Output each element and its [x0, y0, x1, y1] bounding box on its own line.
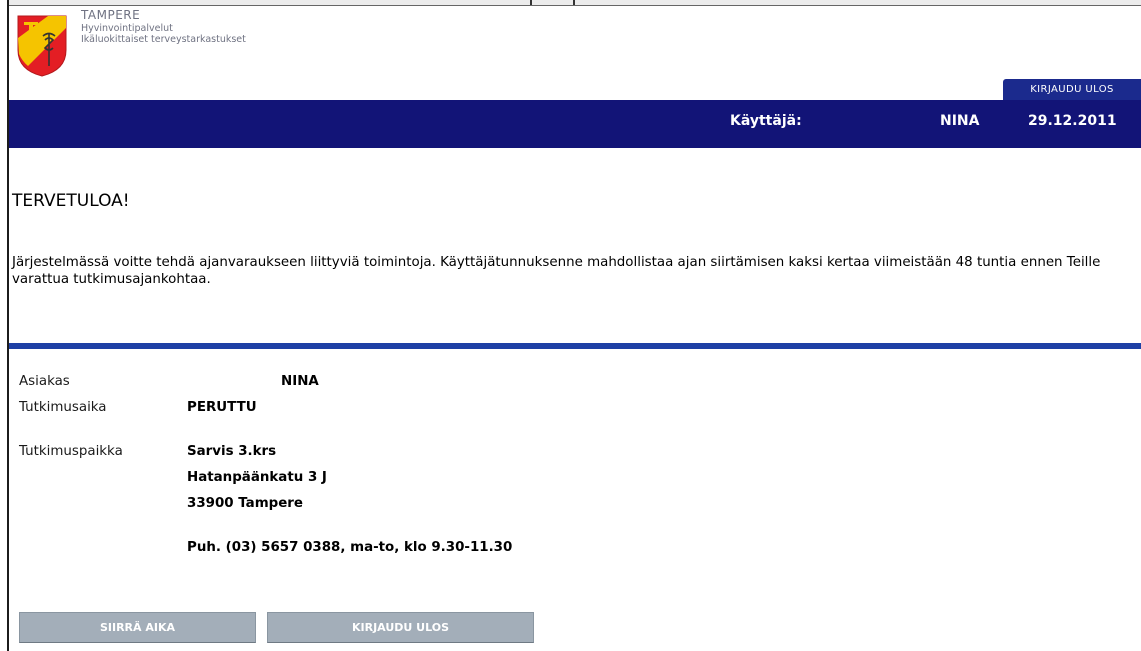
- user-label: Käyttäjä:: [730, 113, 802, 129]
- place-line2: Hatanpäänkatu 3 J: [187, 470, 327, 485]
- city-name: TAMPERE: [81, 8, 141, 22]
- intro-text: Järjestelmässä voitte tehdä ajanvaraukse…: [12, 255, 1101, 287]
- time-label: Tutkimusaika: [19, 400, 107, 415]
- phone-info: Puh. (03) 5657 0388, ma-to, klo 9.30-11.…: [187, 540, 513, 555]
- border-tick: [530, 0, 532, 5]
- logout-tab-button[interactable]: KIRJAUDU ULOS: [1003, 79, 1141, 100]
- current-date: 29.12.2011: [1028, 113, 1117, 129]
- window-top-border: [0, 0, 1141, 6]
- logout-button[interactable]: KIRJAUDU ULOS: [267, 612, 534, 643]
- window-left-border: [0, 0, 9, 651]
- user-info-bar: Käyttäjä: NINA 29.12.2011: [9, 100, 1141, 148]
- time-value: PERUTTU: [187, 400, 257, 415]
- service-name: Ikäluokittaiset terveystarkastukset: [81, 33, 246, 45]
- department-name: Hyvinvointipalvelut: [81, 23, 173, 34]
- place-label: Tutkimuspaikka: [19, 444, 123, 459]
- tampere-crest-logo: [17, 15, 67, 77]
- section-divider: [9, 343, 1141, 349]
- welcome-heading: TERVETULOA!: [12, 191, 130, 211]
- brand-text: TAMPERE Hyvinvointipalvelut Ikäluokittai…: [81, 9, 246, 44]
- border-tick: [573, 0, 575, 5]
- place-line3: 33900 Tampere: [187, 496, 303, 511]
- customer-label: Asiakas: [19, 374, 70, 389]
- customer-value: NINA: [281, 374, 319, 389]
- place-line1: Sarvis 3.krs: [187, 444, 277, 459]
- user-name: NINA: [940, 113, 980, 129]
- move-appointment-button[interactable]: SIIRRÄ AIKA: [19, 612, 256, 643]
